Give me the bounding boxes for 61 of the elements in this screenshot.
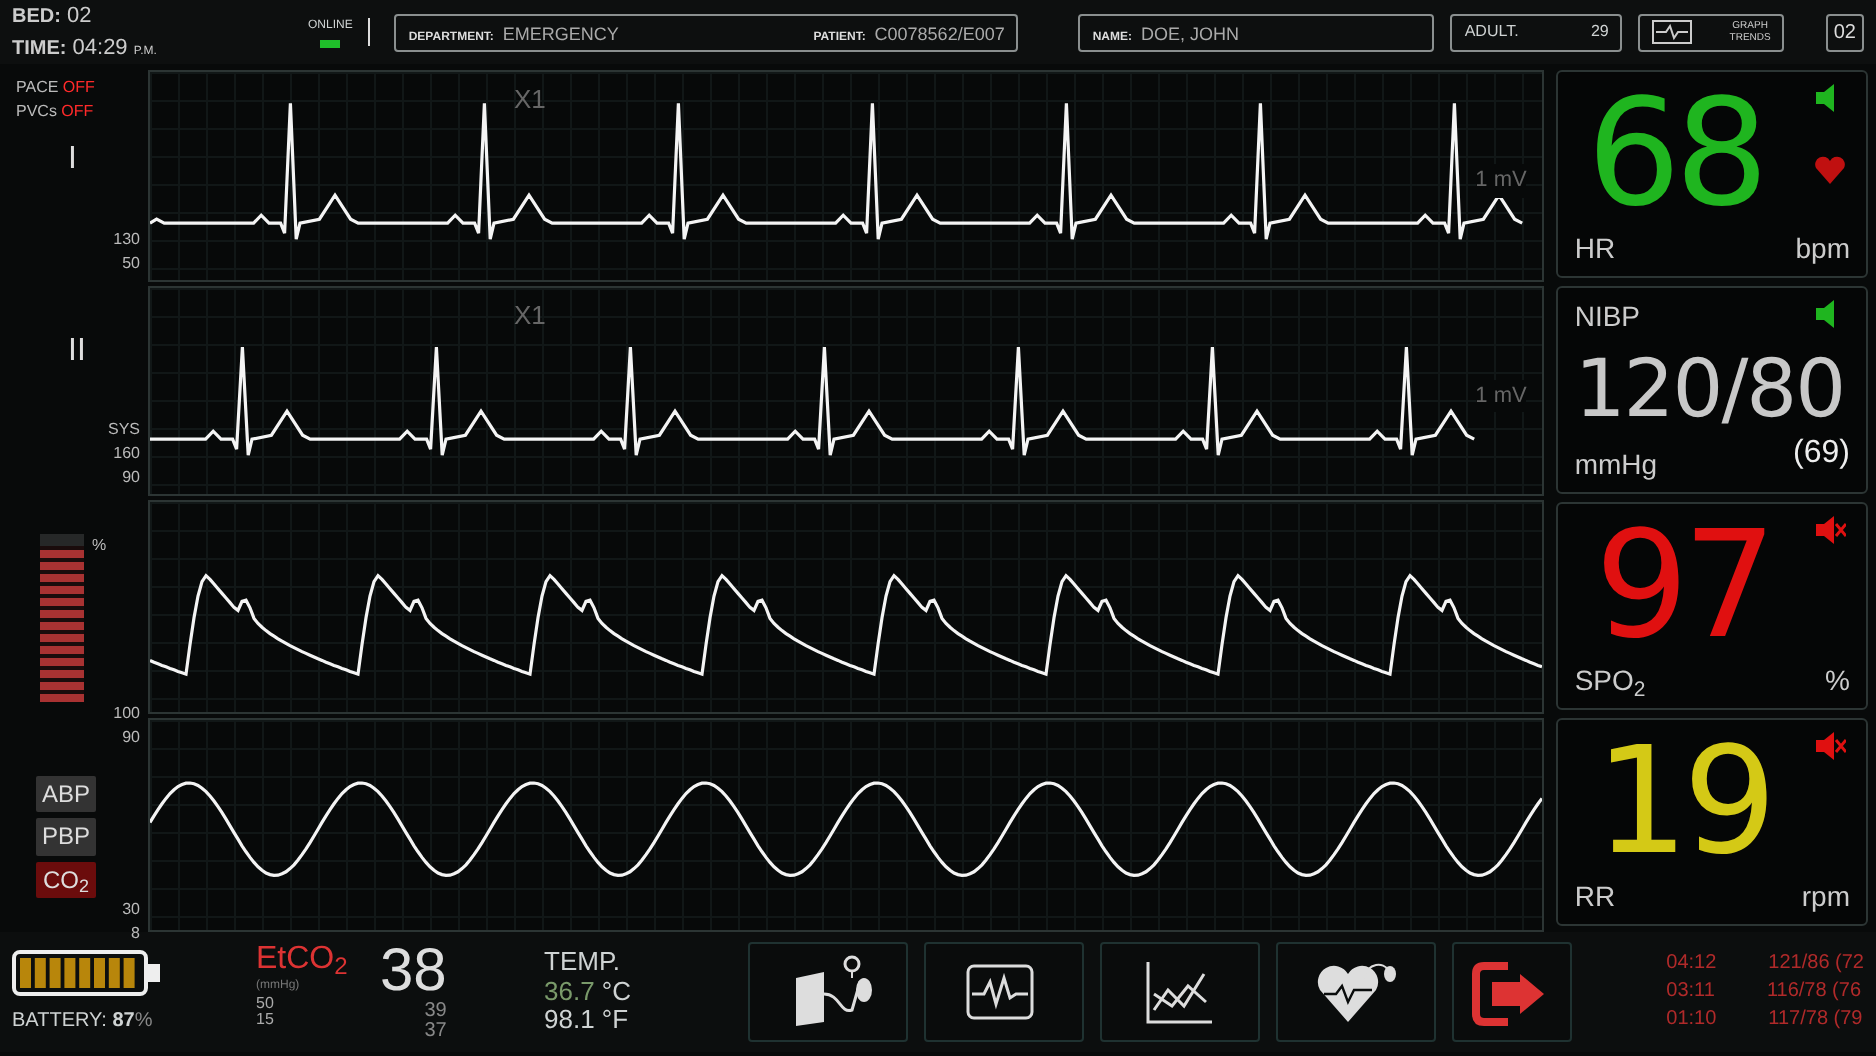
etco2-value: 38 (380, 942, 447, 1002)
history-pressure: 117/78 (79 (1768, 1010, 1863, 1030)
mode-button[interactable]: PBP (36, 818, 97, 856)
fahrenheit-reading: 98.1 °F (544, 1006, 631, 1037)
unit-label: rpm (1801, 878, 1850, 916)
limit-label: 15 (256, 1011, 276, 1028)
reading-label: 39 (424, 1002, 447, 1022)
history-pressure: 116/78 (76 (1766, 982, 1862, 1002)
parameter-label: NIBP (1574, 298, 1643, 336)
mode-button[interactable]: CO$_{2}$ (36, 861, 97, 899)
history-time: 01:10 (1666, 1010, 1717, 1030)
lead-label: I (68, 140, 77, 180)
status-label: PVCs OFF (16, 100, 95, 124)
gain-label: X1 (514, 82, 546, 118)
exit-button[interactable] (1452, 942, 1572, 1042)
calibration-label: 1 mV (1475, 164, 1527, 197)
reading-label: 37 (424, 1022, 447, 1042)
scale-label: 50 (122, 251, 140, 275)
vital-value: 120/80 (1574, 346, 1845, 434)
vital-value: 19 (1594, 732, 1772, 873)
unit-label: % (1825, 662, 1850, 700)
toolbar-button[interactable] (1100, 942, 1260, 1042)
unit-label: % (92, 534, 107, 558)
battery-label: BATTERY: 87% (12, 1007, 155, 1035)
toolbar-button[interactable] (924, 942, 1084, 1042)
scale-label: 160 (113, 442, 140, 466)
category-label: ADULT. (1464, 20, 1519, 44)
history-time: 04:12 (1666, 954, 1717, 974)
vital-value: 68 (1586, 84, 1764, 225)
toolbar-button[interactable] (748, 942, 908, 1042)
scale-label: 90 (122, 726, 140, 750)
etco2-label: EtCO$_{2}$ (256, 942, 350, 978)
history-time: 03:11 (1666, 982, 1715, 1002)
lead-label: II (68, 331, 86, 371)
scale-label: 30 (122, 898, 140, 923)
mean-pressure: (69) (1793, 434, 1850, 474)
status-label: PACE OFF (16, 76, 95, 100)
toolbar-button[interactable] (1276, 942, 1436, 1042)
parameter-label: HR (1574, 230, 1616, 268)
parameter-label: mmHg (1574, 446, 1658, 484)
history-pressure: 121/86 (72 (1768, 954, 1864, 974)
unit-label: bpm (1795, 230, 1850, 268)
scale-label: 90 (122, 466, 140, 490)
scale-label: 100 (113, 702, 140, 726)
bed-field: BED: 02 (12, 0, 292, 32)
waveform-icon (1652, 20, 1693, 44)
parameter-label: RR (1574, 878, 1616, 916)
vital-value: 97 (1594, 516, 1772, 657)
mode-button[interactable]: ABP (36, 776, 97, 813)
scale-label: 8 (131, 922, 140, 947)
temperature-label: TEMP. (544, 947, 623, 978)
calibration-label: 1 mV (1475, 379, 1527, 412)
scale-label: SYS (107, 418, 140, 442)
age-value: 29 (1590, 20, 1609, 44)
scale-label: 130 (113, 227, 140, 251)
parameter-label: SPO$_{2}$ (1574, 662, 1646, 702)
limit-label: 50 (256, 995, 276, 1012)
gain-label: X1 (514, 297, 546, 333)
battery-icon (12, 949, 164, 997)
screen-number: 02 (1825, 13, 1864, 51)
celsius-reading: 36.7 °C (544, 977, 634, 1007)
